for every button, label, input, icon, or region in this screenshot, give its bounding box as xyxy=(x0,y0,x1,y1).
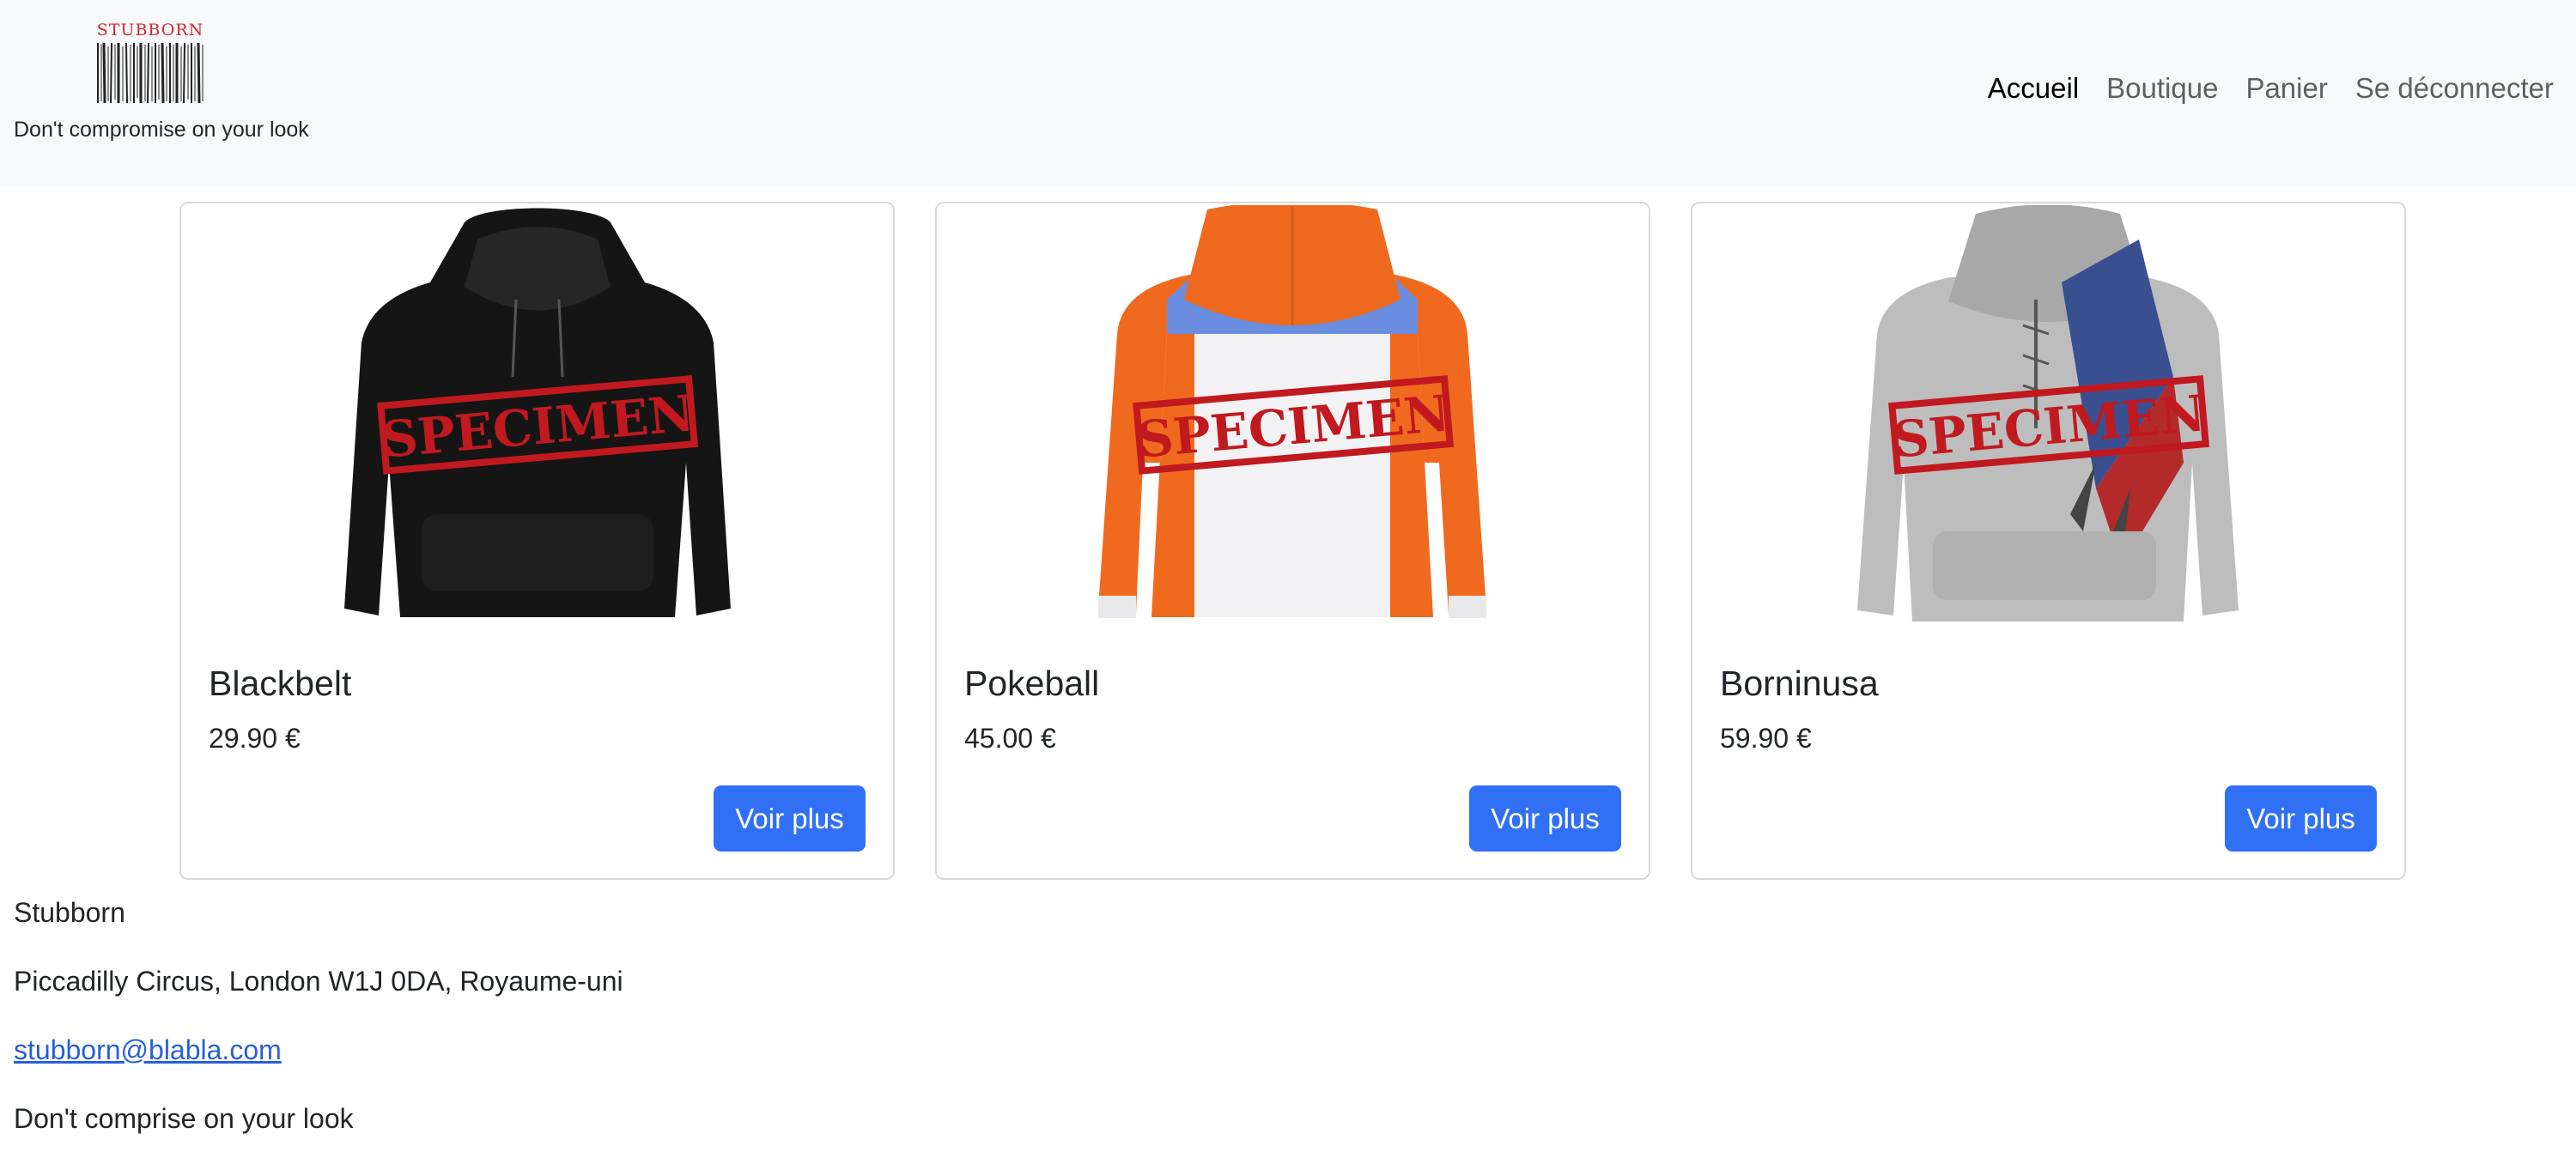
stubborn-logo[interactable]: STUBBORN xyxy=(94,21,206,106)
main-nav: Accueil Boutique Panier Se déconnecter xyxy=(1988,72,2554,105)
nav-logout[interactable]: Se déconnecter xyxy=(2355,72,2554,105)
product-price: 29.90 € xyxy=(209,723,301,754)
product-title: Blackbelt xyxy=(209,664,352,703)
brand[interactable]: STUBBORN Don't compromise on your look xyxy=(14,21,323,149)
grey-hoodie-image: SPECIMEN xyxy=(1857,205,2239,621)
product-card: SPECIMEN Blackbelt 29.90 € Voir plus xyxy=(179,202,895,880)
footer-email-link[interactable]: stubborn@blabla.com xyxy=(14,1034,282,1065)
nav-boutique[interactable]: Boutique xyxy=(2106,72,2218,105)
product-image[interactable]: SPECIMEN xyxy=(1692,205,2404,634)
view-more-button[interactable]: Voir plus xyxy=(2225,785,2377,852)
product-card: SPECIMEN Pokeball 45.00 € Voir plus xyxy=(935,202,1650,880)
product-title: Pokeball xyxy=(964,664,1100,703)
product-image[interactable]: SPECIMEN xyxy=(937,205,1649,634)
footer-address: Piccadilly Circus, London W1J 0DA, Royau… xyxy=(14,966,623,997)
view-more-button[interactable]: Voir plus xyxy=(1469,785,1621,852)
nav-accueil[interactable]: Accueil xyxy=(1988,72,2079,105)
product-price: 45.00 € xyxy=(964,723,1056,754)
barcode-icon xyxy=(97,42,204,104)
navbar: STUBBORN Don't compromise on your look A… xyxy=(0,0,2576,186)
product-title: Borninusa xyxy=(1720,664,1879,703)
nav-panier[interactable]: Panier xyxy=(2245,72,2327,105)
product-image[interactable]: SPECIMEN xyxy=(181,205,893,634)
view-more-button[interactable]: Voir plus xyxy=(714,785,866,852)
product-card: SPECIMEN Borninusa 59.90 € Voir plus xyxy=(1691,202,2406,880)
logo-wordmark: STUBBORN xyxy=(96,21,204,39)
footer-company: Stubborn xyxy=(14,897,125,928)
orange-hoodie-image: SPECIMEN xyxy=(1098,205,1486,618)
brand-tagline: Don't compromise on your look xyxy=(14,118,309,142)
product-price: 59.90 € xyxy=(1720,723,1812,754)
footer-slogan: Don't comprise on your look xyxy=(14,1103,354,1134)
black-hoodie-image: SPECIMEN xyxy=(344,208,731,617)
